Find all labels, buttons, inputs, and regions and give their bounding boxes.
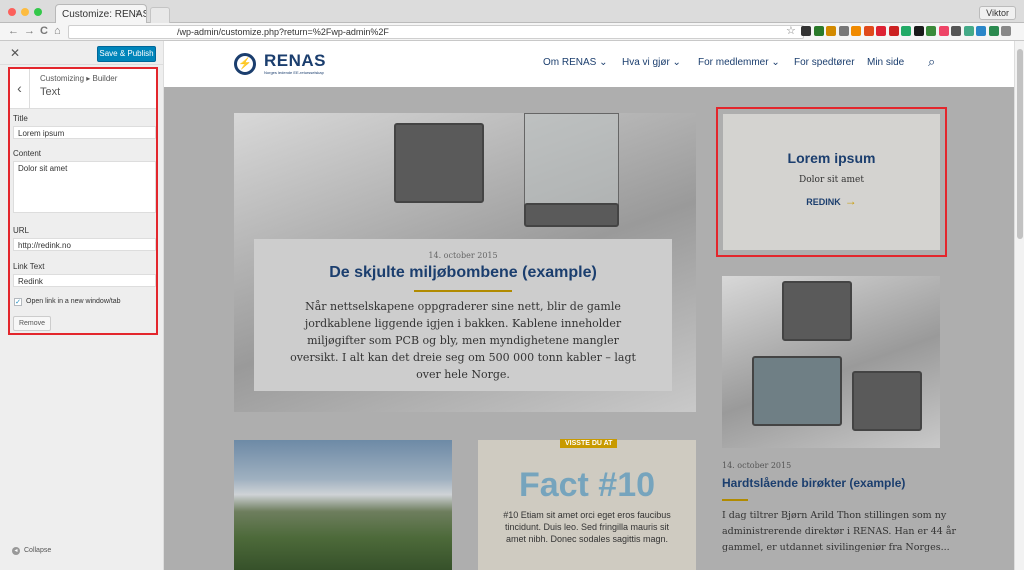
breadcrumb: Customizing ▸ Builder [40,74,118,83]
title-underline [722,499,748,501]
extension-icon[interactable] [876,26,886,36]
nav-for-spedtorer[interactable]: For spedtører [794,57,855,68]
collapse-button[interactable]: ◂ Collapse [12,547,51,555]
search-icon[interactable]: ⌕ [928,54,935,70]
article-card[interactable]: 14. october 2015 De skjulte miljøbombene… [254,239,672,391]
instrument-shape [752,356,842,426]
minimize-window-icon[interactable] [21,8,29,16]
remove-button[interactable]: Remove [13,316,51,331]
widget-link[interactable]: REDINK → [723,194,940,208]
new-tab-button[interactable] [150,7,170,23]
back-chevron-icon[interactable]: ‹ [10,69,30,108]
article2-date: 14. october 2015 [722,461,792,470]
extension-icon[interactable] [926,26,936,36]
fact-title: Fact #10 [518,466,656,504]
nav-om-renas[interactable]: Om RENAS ⌄ [543,57,608,68]
panel-title: Text [40,86,61,98]
link-text-label: Link Text [13,262,45,271]
save-publish-button[interactable]: Save & Publish [97,46,156,62]
address-bar-row: ← → C ⌂ /wp-admin/customize.php?return=%… [0,23,1024,41]
close-icon[interactable]: ✕ [10,46,20,60]
extension-icon[interactable] [838,26,849,36]
reload-icon[interactable]: C [40,25,48,37]
collapse-label: Collapse [24,547,52,554]
close-window-icon[interactable] [8,8,16,16]
text-widget-highlight: Lorem ipsum Dolor sit amet REDINK → [716,107,947,257]
tab-close-icon[interactable]: × [135,8,141,19]
extension-icon[interactable] [1001,26,1011,36]
article-excerpt: Når nettselskapene oppgraderer sine nett… [290,300,636,381]
nav-for-medlemmer[interactable]: For medlemmer ⌄ [698,57,780,68]
nav-min-side[interactable]: Min side [867,57,904,68]
logo-tagline: Norges ledende EE-retursselskap [264,70,324,75]
url-input[interactable]: http://redink.no [13,238,156,251]
arrow-right-icon: → [844,194,857,208]
url-label: URL [13,226,30,235]
article-image-instruments[interactable] [722,276,940,448]
url-field[interactable]: /wp-admin/customize.php?return=%2Fwp-adm… [68,25,804,39]
meter-shape [782,281,852,341]
maximize-window-icon[interactable] [34,8,42,16]
extension-icon[interactable] [813,26,824,36]
extension-icon[interactable] [951,26,961,36]
meter-shape [852,371,922,431]
new-window-label: Open link in a new window/tab [26,298,121,305]
extension-icon[interactable] [938,26,949,36]
widget-title: Lorem ipsum [787,150,876,166]
extension-icon[interactable] [901,26,911,36]
site-header: ⚡ RENAS Norges ledende EE-retursselskap … [164,41,1014,87]
article2-title[interactable]: Hardtslående birøkter (example) [722,476,905,490]
content-label: Content [13,149,42,158]
browser-tab[interactable]: Customize: RENAS AS × [55,4,147,23]
extension-icon[interactable] [963,26,974,36]
extension-icon[interactable] [976,26,986,36]
widget-content: Dolor sit amet [799,175,864,185]
extension-icon[interactable] [913,26,924,36]
site-preview: ⚡ RENAS Norges ledende EE-retursselskap … [164,41,1014,570]
customizer-header: ✕ Save & Publish [0,41,163,65]
fact-badge: VISSTE DU AT [560,439,618,448]
scrollbar[interactable] [1014,41,1024,570]
logo-icon[interactable]: ⚡ [234,53,256,75]
mountain-image[interactable] [234,440,452,570]
extension-icon[interactable] [888,26,899,36]
link-text-input[interactable]: Redink [13,274,156,287]
extension-icon[interactable] [826,26,836,36]
title-label: Title [13,114,28,123]
new-window-checkbox[interactable]: ✓ [14,298,22,306]
forward-icon[interactable]: → [24,25,35,37]
extension-icon[interactable] [988,26,999,36]
nav-hva-vi-gjor[interactable]: Hva vi gjør ⌄ [622,57,681,68]
text-widget[interactable]: Lorem ipsum Dolor sit amet REDINK → [723,114,940,250]
logo-name[interactable]: RENAS [264,51,326,71]
meter-shape [394,123,484,203]
content-textarea[interactable]: Dolor sit amet [13,161,156,213]
meter-base-shape [524,203,619,227]
scrollbar-thumb[interactable] [1017,49,1023,239]
bookmark-star-icon[interactable]: ☆ [786,24,796,37]
home-icon[interactable]: ⌂ [54,25,61,37]
text-widget-panel: ‹ Customizing ▸ Builder Text Title Lorem… [8,67,158,335]
back-icon[interactable]: ← [8,25,19,37]
extension-icon[interactable] [863,26,874,36]
profile-button[interactable]: Viktor [979,6,1016,20]
article-date: 14. october 2015 [428,251,498,260]
extension-icon[interactable] [851,26,861,36]
title-input[interactable]: Lorem ipsum [13,126,156,139]
fact-card[interactable]: VISSTE DU AT Fact #10 #10 Etiam sit amet… [478,439,696,570]
article-title[interactable]: De skjulte miljøbombene (example) [254,264,672,282]
article2-excerpt: I dag tiltrer Bjørn Arild Thon stillinge… [722,510,957,553]
browser-tab-bar: Customize: RENAS AS × Viktor [0,0,1024,23]
customizer-sidebar: ✕ Save & Publish ‹ Customizing ▸ Builder… [0,41,164,570]
title-underline [414,290,512,292]
widget-link-text: REDINK [806,197,841,207]
extension-icon[interactable] [801,26,811,36]
fact-body: #10 Etiam sit amet orci eget eros faucib… [503,510,671,544]
collapse-icon: ◂ [12,547,20,555]
panel-header: ‹ Customizing ▸ Builder Text [10,69,156,109]
